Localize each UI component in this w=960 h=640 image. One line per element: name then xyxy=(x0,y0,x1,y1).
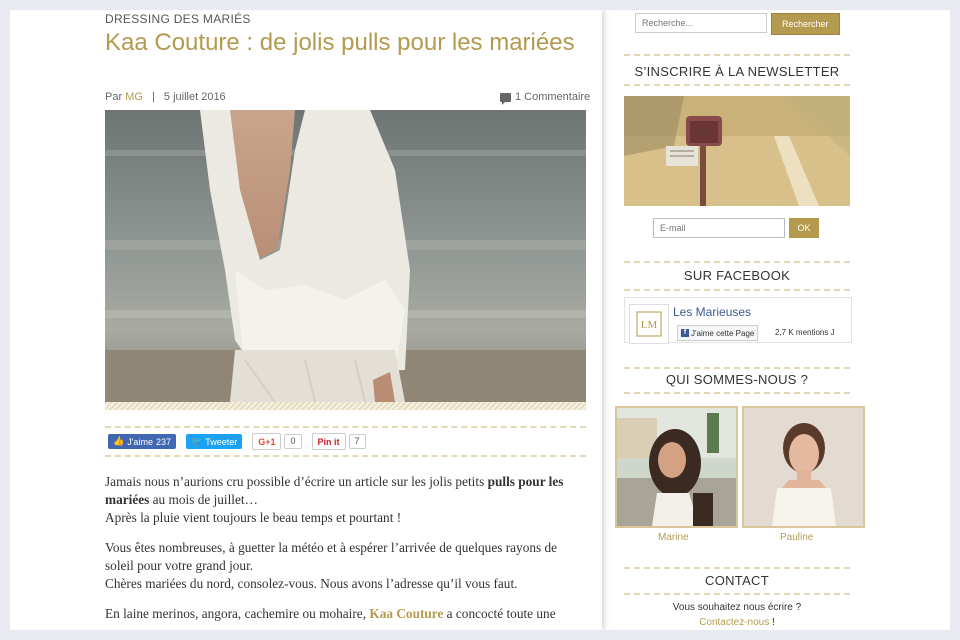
post-category[interactable]: DRESSING DES MARIÉS xyxy=(105,12,251,26)
contact-title: CONTACT xyxy=(705,573,769,588)
search-form: Rechercher xyxy=(635,13,840,35)
image-stripe xyxy=(105,402,586,410)
thumbs-up-icon: 👍 xyxy=(113,436,125,446)
newsletter-image xyxy=(624,96,850,206)
post-body: Jamais nous n’aurions cru possible d’écr… xyxy=(105,473,589,630)
divider-bottom xyxy=(105,455,586,457)
by-label: Par xyxy=(105,91,123,103)
contact-link[interactable]: Contactez-nous xyxy=(699,617,769,628)
contact-line-top xyxy=(624,567,850,569)
facebook-page-like-button[interactable]: f J'aime cette Page xyxy=(677,325,759,341)
meta-separator: | xyxy=(151,91,155,103)
member-name-marine[interactable]: Marine xyxy=(658,532,689,543)
post-column: DRESSING DES MARIÉS Kaa Couture : de jol… xyxy=(10,10,602,630)
pinterest-button[interactable]: Pin it xyxy=(311,433,346,450)
member-name-pauline[interactable]: Pauline xyxy=(780,532,813,543)
p1-line2: Après la pluie vient toujours le beau te… xyxy=(105,510,402,525)
facebook-page-likes: 2,7 K mentions J xyxy=(775,328,835,337)
facebook-like-label: J'aime xyxy=(127,436,153,447)
share-bar: 👍 J'aime 237 🐦 Tweeter G+1 0 Pin it 7 xyxy=(108,433,366,450)
post-date: 5 juillet 2016 xyxy=(163,91,226,103)
newsletter-line-bottom xyxy=(624,84,850,86)
post-meta: Par MG | 5 juillet 2016 xyxy=(105,91,226,103)
newsletter-form: OK xyxy=(653,218,819,238)
p2-line2: Chères mariées du nord, consolez-vous. N… xyxy=(105,576,518,591)
about-line-top xyxy=(624,367,850,369)
newsletter-title: S’INSCRIRE À LA NEWSLETTER xyxy=(634,64,840,79)
facebook-line-top xyxy=(624,261,850,263)
hero-image xyxy=(105,110,586,402)
contact-text: Vous souhaitez nous écrire ? xyxy=(672,602,802,613)
p2-text: Vous êtes nombreuses, à guetter la météo… xyxy=(105,540,558,573)
facebook-page-name[interactable]: Les Marieuses xyxy=(673,305,751,319)
comments-link[interactable]: 1 Commentaire xyxy=(500,91,591,105)
les-marieuses-logo: LM xyxy=(629,304,669,344)
email-field[interactable] xyxy=(653,218,785,238)
paragraph-2: Vous êtes nombreuses, à guetter la météo… xyxy=(105,539,589,593)
p1-text-end: au mois de juillet… xyxy=(149,492,258,507)
member-photo-marine[interactable] xyxy=(615,406,738,528)
comments-count: 1 Commentaire xyxy=(515,91,591,103)
facebook-like-button[interactable]: 👍 J'aime 237 xyxy=(108,434,176,449)
kaa-couture-link[interactable]: Kaa Couture xyxy=(369,606,443,621)
newsletter-line-top xyxy=(624,54,850,56)
facebook-like-count: 237 xyxy=(155,436,171,447)
search-button[interactable]: Rechercher xyxy=(771,13,840,35)
svg-text:LM: LM xyxy=(641,319,658,331)
team-photos xyxy=(615,406,865,528)
about-line-bottom xyxy=(624,392,850,394)
facebook-icon: f xyxy=(681,329,689,337)
googleplus-button[interactable]: G+1 xyxy=(252,433,282,450)
paragraph-3: En laine merinos, angora, cachemire ou m… xyxy=(105,605,589,623)
member-photo-pauline[interactable] xyxy=(742,406,865,528)
googleplus-count: 0 xyxy=(284,434,302,449)
p1-text: Jamais nous n’aurions cru possible d’écr… xyxy=(105,474,488,489)
contact-line-bottom xyxy=(624,593,850,595)
post-title[interactable]: Kaa Couture : de jolis pulls pour les ma… xyxy=(105,28,575,58)
contact-link-row: Contactez-nous ! xyxy=(699,617,775,628)
paragraph-1: Jamais nous n’aurions cru possible d’écr… xyxy=(105,473,589,527)
search-input[interactable] xyxy=(635,13,767,33)
facebook-page-like-label: J'aime cette Page xyxy=(691,328,755,338)
googleplus-share: G+1 0 xyxy=(252,433,302,450)
page: DRESSING DES MARIÉS Kaa Couture : de jol… xyxy=(10,10,950,630)
facebook-widget: LM Les Marieuses f J'aime cette Page 2,7… xyxy=(624,297,852,344)
sidebar: Rechercher S’INSCRIRE À LA NEWSLETTER xyxy=(602,10,950,630)
p3-text-end: a concocté toute une xyxy=(443,606,556,621)
tweet-label: Tweeter xyxy=(205,436,238,447)
facebook-share[interactable]: 👍 J'aime 237 xyxy=(108,434,176,449)
pinterest-share: Pin it 7 xyxy=(311,433,366,450)
ok-button[interactable]: OK xyxy=(789,218,819,238)
facebook-line-bottom xyxy=(624,289,850,291)
p3-text: En laine merinos, angora, cachemire ou m… xyxy=(105,606,370,621)
twitter-bird-icon: 🐦 xyxy=(190,436,203,446)
divider-top xyxy=(105,426,586,428)
author-link[interactable]: MG xyxy=(125,91,143,103)
comment-icon xyxy=(500,92,511,105)
tweet-button[interactable]: 🐦 Tweeter xyxy=(185,434,243,449)
facebook-title: SUR FACEBOOK xyxy=(683,268,791,283)
pinterest-count: 7 xyxy=(348,434,366,449)
about-title: QUI SOMMES-NOUS ? xyxy=(665,372,809,387)
